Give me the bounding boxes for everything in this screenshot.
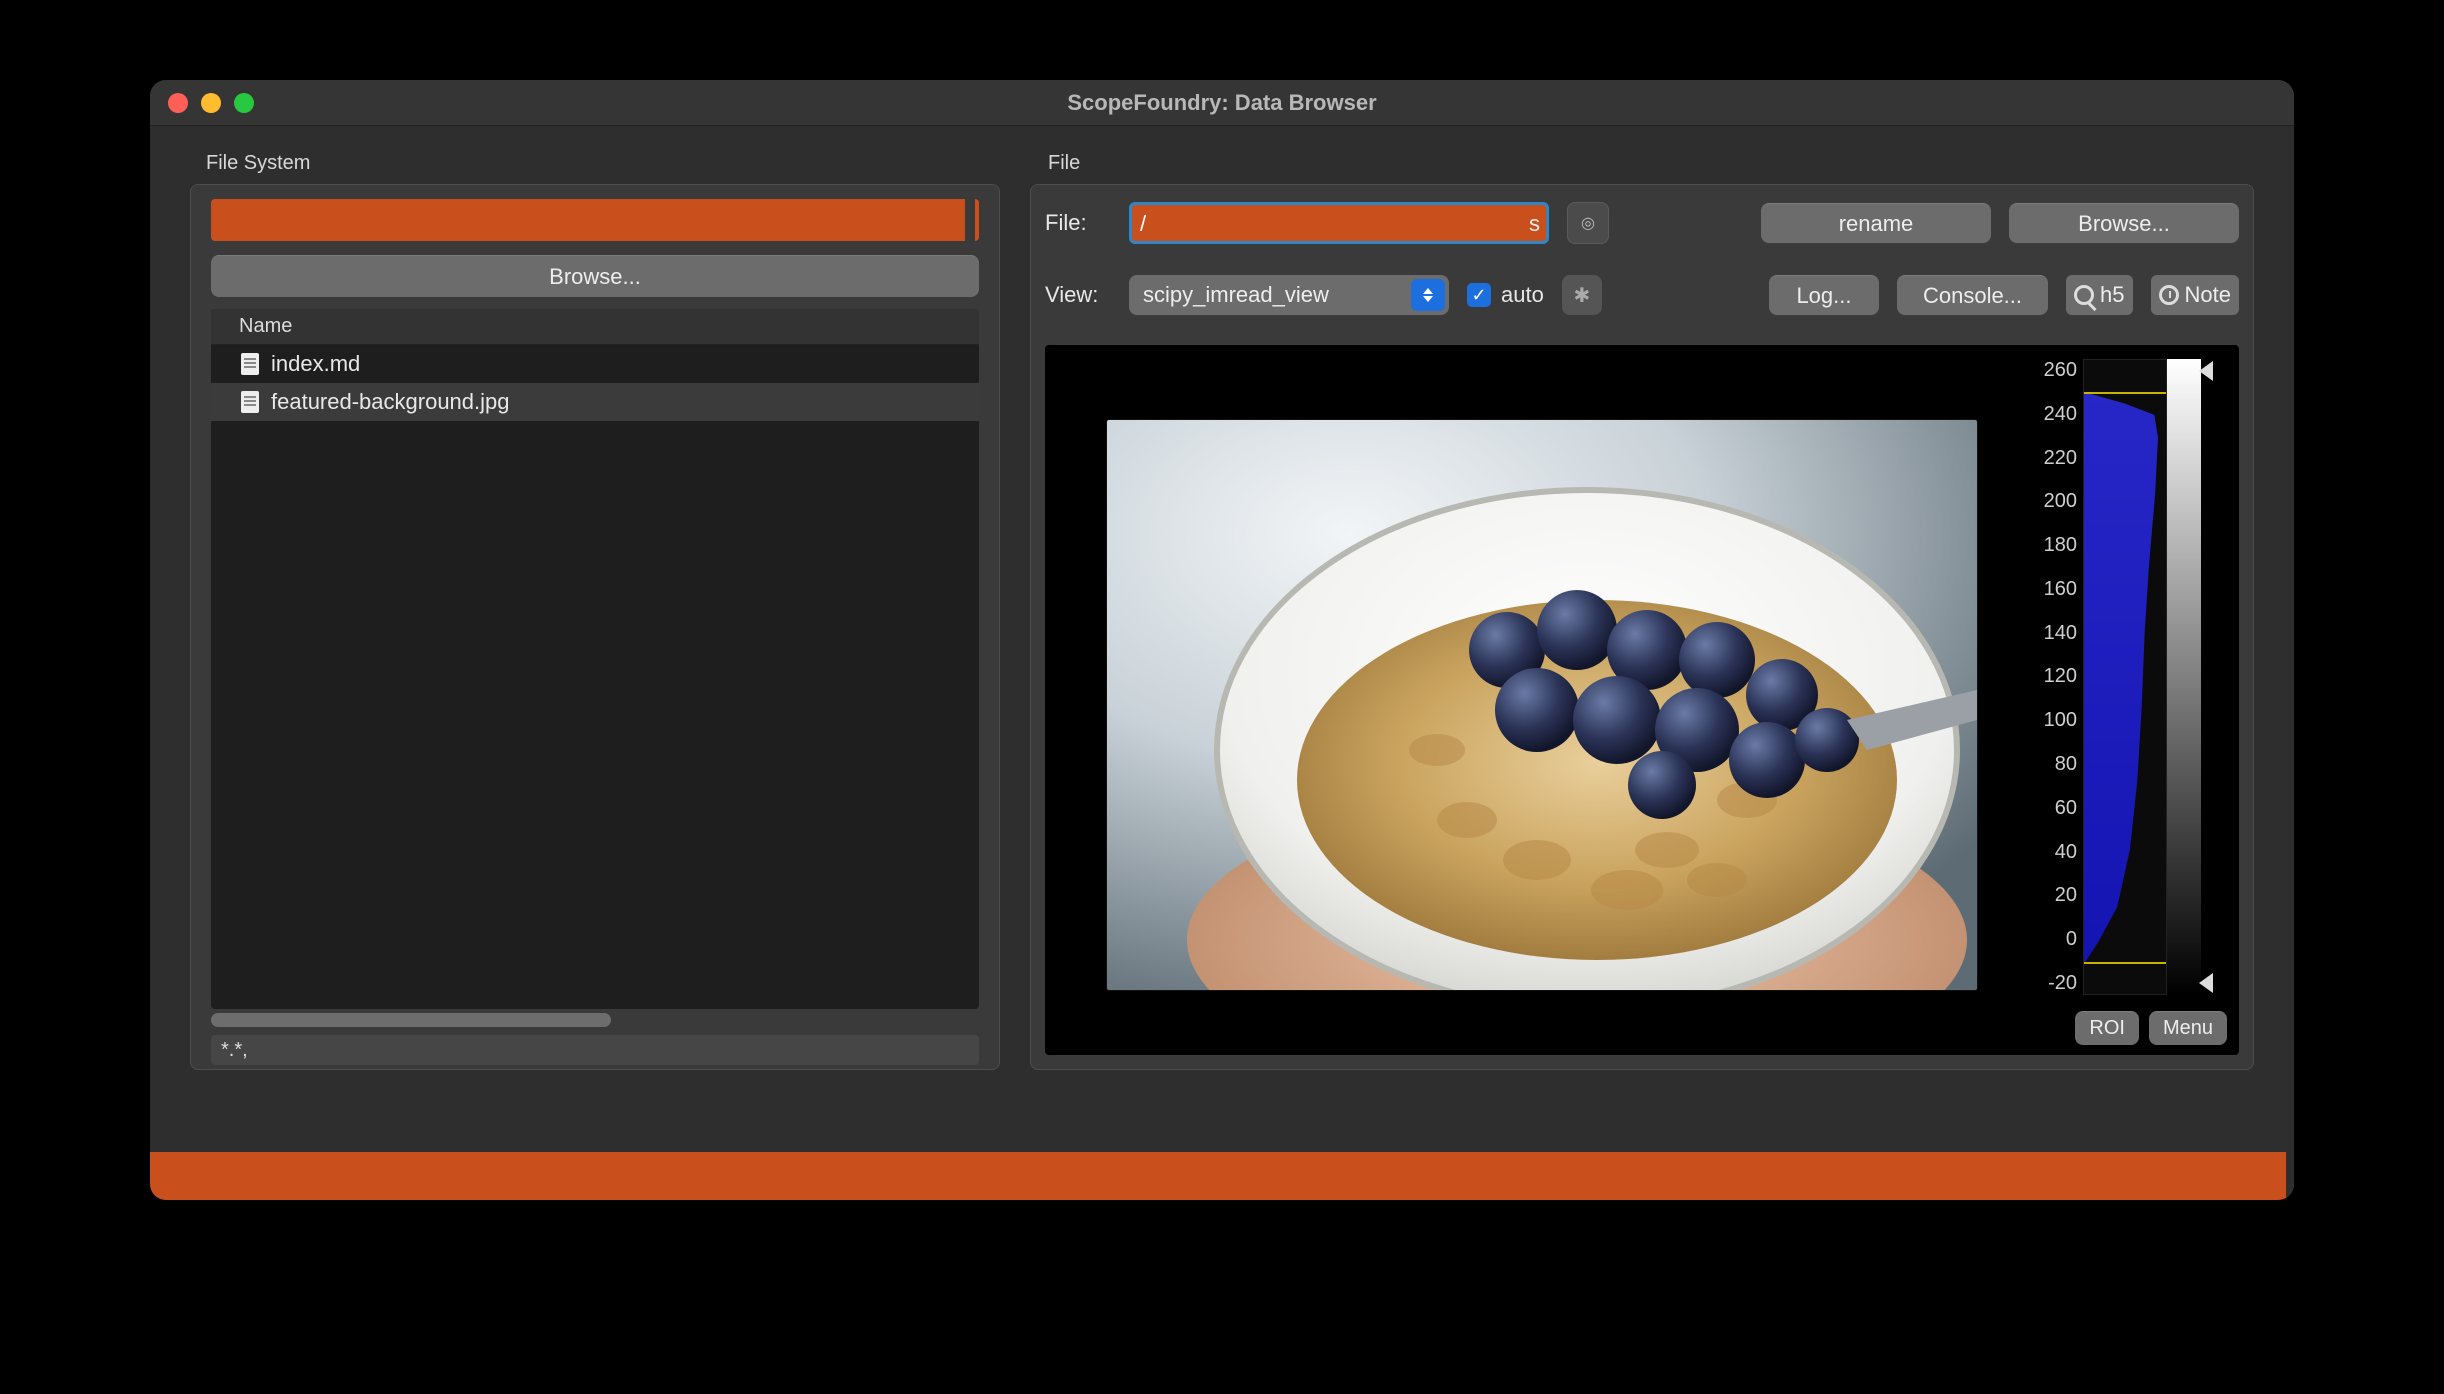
note-button[interactable]: Note [2151,275,2239,315]
image-canvas[interactable] [1045,345,2029,1055]
tick: 160 [2029,578,2077,601]
filter-value: *.*, [221,1039,248,1062]
histogram-panel: 260 240 220 200 180 160 140 120 100 80 6… [2029,345,2239,1055]
image-viewer: 260 240 220 200 180 160 140 120 100 80 6… [1045,345,2239,1055]
h5-search-button[interactable]: h5 [2066,275,2132,315]
status-bar-redacted [150,1152,2294,1200]
tick: 140 [2029,622,2077,645]
level-min-line[interactable] [2084,962,2166,964]
tick: 120 [2029,665,2077,688]
filter-input[interactable]: *.*, [211,1035,979,1065]
window-controls [168,93,254,113]
file-icon [241,353,259,375]
zoom-icon[interactable] [234,93,254,113]
roi-button[interactable]: ROI [2075,1011,2139,1045]
tick: 80 [2029,753,2077,776]
level-max-line[interactable] [2084,392,2166,394]
view-select[interactable]: scipy_imread_view [1129,275,1449,315]
file-name: index.md [271,351,360,377]
filesystem-label: File System [206,152,310,175]
preview-image [1107,420,1977,990]
file-row[interactable]: featured-background.jpg [211,383,979,421]
app-window: ScopeFoundry: Data Browser File System B… [150,80,2294,1200]
console-button[interactable]: Console... [1897,275,2048,315]
note-label: Note [2185,282,2231,308]
rename-button[interactable]: rename [1761,203,1991,243]
file-name: featured-background.jpg [271,389,510,415]
tick: 0 [2029,928,2077,951]
path-input-redacted[interactable] [211,199,979,241]
path-prefix: / [1140,211,1146,237]
file-tree[interactable]: Name index.md featured-background.jpg [211,309,979,1009]
histogram-plot[interactable] [2083,359,2167,995]
log-button[interactable]: Log... [1769,275,1879,315]
close-icon[interactable] [168,93,188,113]
tree-header-name: Name [211,309,979,345]
tick: 60 [2029,797,2077,820]
h5-label: h5 [2100,282,2124,308]
select-arrows-icon [1411,279,1445,311]
view-field-label: View: [1045,282,1111,308]
tick: 20 [2029,884,2077,907]
colormap-gradient[interactable] [2167,359,2201,995]
menu-button[interactable]: Menu [2149,1011,2227,1045]
tick: 240 [2029,403,2077,426]
auto-label: auto [1501,282,1544,308]
settings-button[interactable]: ✱ [1562,275,1602,315]
file-path-input[interactable]: / s [1129,202,1549,244]
tick: 200 [2029,490,2077,513]
level-max-handle-icon[interactable] [2199,361,2213,381]
browse-button[interactable]: Browse... [2009,203,2239,243]
histogram-ticks: 260 240 220 200 180 160 140 120 100 80 6… [2029,345,2083,1055]
fingerprint-icon: ◎ [1581,213,1595,233]
search-icon [2074,285,2094,305]
path-suffix: s [1529,211,1540,237]
titlebar: ScopeFoundry: Data Browser [150,80,2294,126]
file-row[interactable]: index.md [211,345,979,383]
file-icon [241,391,259,413]
h-scrollbar[interactable] [211,1013,611,1027]
tick: 260 [2029,359,2077,382]
tick: 100 [2029,709,2077,732]
gear-icon: ✱ [1573,283,1590,308]
auto-checkbox[interactable]: ✓ [1467,283,1491,307]
filesystem-panel: Browse... Name index.md featured-backgro… [190,184,1000,1070]
clock-icon [2159,285,2179,305]
file-panel-label: File [1048,152,1080,175]
tick: 40 [2029,841,2077,864]
file-field-label: File: [1045,210,1111,236]
view-select-value: scipy_imread_view [1143,282,1329,308]
tick: 180 [2029,534,2077,557]
tick: -20 [2029,972,2077,995]
window-title: ScopeFoundry: Data Browser [1067,90,1376,116]
tick: 220 [2029,447,2077,470]
minimize-icon[interactable] [201,93,221,113]
fs-browse-button[interactable]: Browse... [211,255,979,297]
histogram-fill [2084,392,2158,964]
level-min-handle-icon[interactable] [2199,973,2213,993]
reveal-button[interactable]: ◎ [1567,202,1609,244]
file-panel: File: / s ◎ rename Browse... View: scipy… [1030,184,2254,1070]
